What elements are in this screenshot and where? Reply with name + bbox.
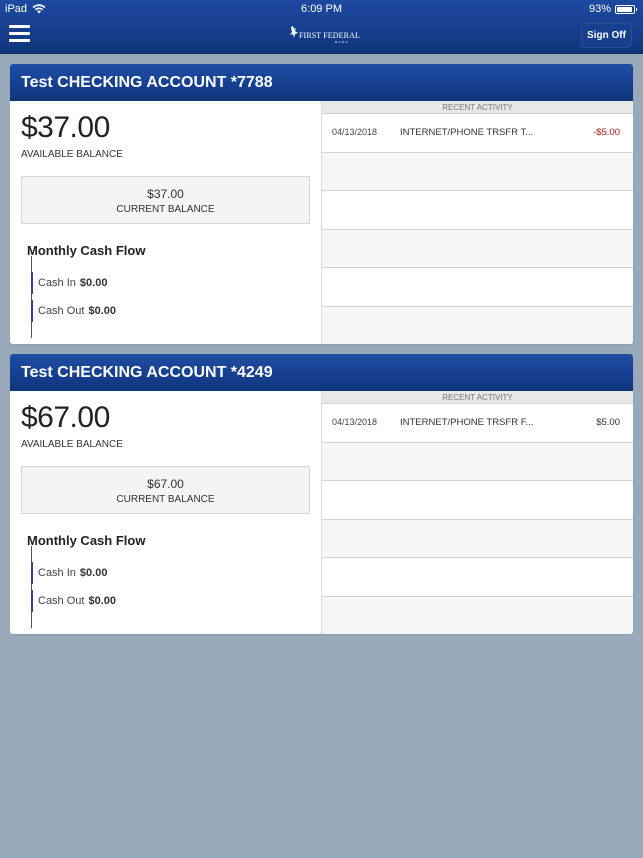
transaction-description: INTERNET/PHONE TRSFR T...: [400, 127, 534, 138]
available-balance-amount: $37.00: [21, 111, 110, 144]
cash-in-value: $0.00: [79, 277, 108, 289]
cash-out-bar: [31, 590, 33, 612]
transaction-row[interactable]: 04/13/2018 INTERNET/PHONE TRSFR F... $5.00: [322, 404, 633, 443]
app-header: iPad 6:09 PM 93% FIRST FEDERAL BANK Sign…: [0, 0, 643, 54]
battery-percent: 93%: [588, 3, 611, 15]
cash-out-row: Cash Out $0.00: [31, 300, 116, 322]
empty-transaction-row: [322, 596, 633, 634]
empty-transaction-row: [322, 481, 633, 520]
current-balance-label: CURRENT BALANCE: [116, 204, 215, 215]
logo-text: FIRST FEDERAL: [299, 31, 360, 40]
recent-activity-pane: RECENT ACTIVITY 04/13/2018 INTERNET/PHONE…: [321, 391, 633, 634]
sign-off-button[interactable]: Sign Off: [581, 23, 632, 48]
empty-transaction-row: [322, 191, 633, 230]
available-balance-label: AVAILABLE BALANCE: [21, 149, 123, 160]
cash-flow-title: Monthly Cash Flow: [27, 533, 146, 548]
empty-transaction-row: [322, 306, 633, 344]
cash-in-bar: [31, 272, 33, 294]
account-title[interactable]: Test CHECKING ACCOUNT *7788: [10, 64, 633, 101]
transaction-description: INTERNET/PHONE TRSFR F...: [400, 417, 534, 428]
current-balance-label: CURRENT BALANCE: [116, 494, 215, 505]
current-balance-box[interactable]: $67.00 CURRENT BALANCE: [21, 466, 310, 514]
logo-subtext: BANK: [335, 40, 350, 44]
cash-flow-axis: [31, 256, 32, 338]
cash-in-value: $0.00: [79, 567, 108, 579]
current-balance-amount: $37.00: [147, 187, 184, 201]
cash-out-bar: [31, 300, 33, 322]
balance-pane: $67.00 AVAILABLE BALANCE $67.00 CURRENT …: [10, 391, 321, 634]
transaction-date: 04/13/2018: [332, 417, 378, 427]
account-title[interactable]: Test CHECKING ACCOUNT *4249: [10, 354, 633, 391]
status-bar: iPad 6:09 PM 93%: [0, 0, 643, 18]
empty-transaction-row: [322, 229, 633, 268]
current-balance-box[interactable]: $37.00 CURRENT BALANCE: [21, 176, 310, 224]
balance-pane: $37.00 AVAILABLE BALANCE $37.00 CURRENT …: [10, 101, 321, 344]
battery-icon: [615, 4, 637, 14]
cash-out-value: $0.00: [88, 595, 116, 607]
cash-in-row: Cash In $0.00: [31, 562, 107, 584]
cash-in-label: Cash In: [38, 277, 76, 289]
status-time: 6:09 PM: [301, 3, 342, 15]
cash-out-label: Cash Out: [38, 305, 85, 317]
empty-transaction-row: [322, 152, 633, 191]
cash-in-label: Cash In: [38, 567, 76, 579]
cash-in-row: Cash In $0.00: [31, 272, 107, 294]
empty-transaction-row: [322, 558, 633, 597]
account-card: Test CHECKING ACCOUNT *4249 $67.00 AVAIL…: [10, 354, 633, 634]
empty-transaction-row: [322, 519, 633, 558]
available-balance-amount: $67.00: [21, 401, 110, 434]
cash-out-label: Cash Out: [38, 595, 85, 607]
cash-flow-axis: [31, 546, 32, 628]
cash-in-bar: [31, 562, 33, 584]
current-balance-amount: $67.00: [147, 477, 184, 491]
cash-flow-title: Monthly Cash Flow: [27, 243, 146, 258]
recent-activity-pane: RECENT ACTIVITY 04/13/2018 INTERNET/PHONE…: [321, 101, 633, 344]
cash-out-value: $0.00: [88, 305, 116, 317]
battery-level: [617, 6, 632, 12]
account-card: Test CHECKING ACCOUNT *7788 $37.00 AVAIL…: [10, 64, 633, 344]
cash-out-row: Cash Out $0.00: [31, 590, 116, 612]
recent-activity-header: RECENT ACTIVITY: [322, 101, 633, 114]
hamburger-menu-icon[interactable]: [9, 25, 30, 43]
transaction-date: 04/13/2018: [332, 127, 378, 137]
empty-transaction-row: [322, 268, 633, 307]
transaction-amount: -$5.00: [593, 127, 620, 138]
transaction-row[interactable]: 04/13/2018 INTERNET/PHONE TRSFR T... -$5.0…: [322, 114, 633, 153]
available-balance-label: AVAILABLE BALANCE: [21, 439, 123, 450]
empty-transaction-row: [322, 442, 633, 481]
bank-logo: FIRST FEDERAL BANK: [289, 26, 360, 46]
recent-activity-header: RECENT ACTIVITY: [322, 391, 633, 404]
transaction-amount: $5.00: [596, 417, 620, 428]
